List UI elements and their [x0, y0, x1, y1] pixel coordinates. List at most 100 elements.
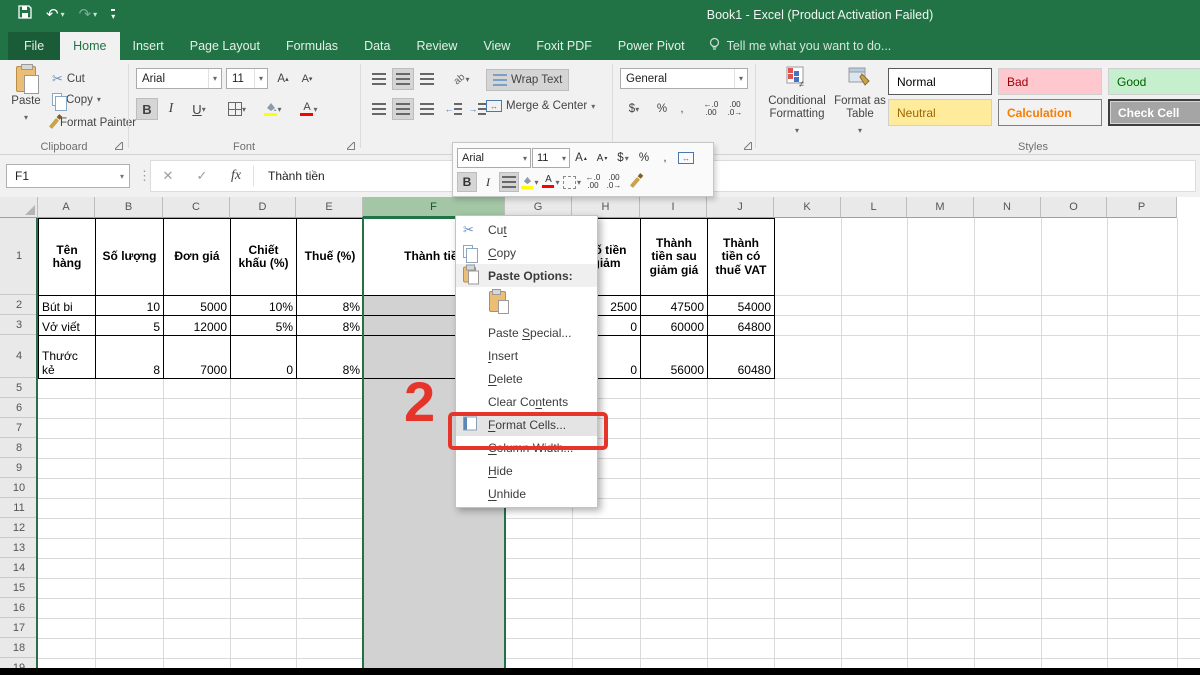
- tab-insert[interactable]: Insert: [120, 32, 177, 60]
- font-size-combo[interactable]: 11▾: [226, 68, 268, 89]
- menu-item-insert[interactable]: Insert: [456, 344, 597, 367]
- column-header-c[interactable]: C: [163, 197, 230, 218]
- copy-button[interactable]: Copy ▾: [52, 93, 101, 106]
- insert-function-icon[interactable]: fx: [219, 168, 253, 184]
- row-header-2[interactable]: 2: [0, 295, 38, 315]
- tab-data[interactable]: Data: [351, 32, 403, 60]
- column-header-o[interactable]: O: [1041, 197, 1107, 218]
- cell-I2[interactable]: 47500: [640, 295, 708, 316]
- number-dialog-launcher-icon[interactable]: [744, 142, 752, 150]
- column-header-a[interactable]: A: [38, 197, 95, 218]
- cell-B1[interactable]: Số lượng: [95, 218, 164, 296]
- font-color-button[interactable]: A▾: [294, 98, 324, 120]
- style-bad[interactable]: Bad: [998, 68, 1102, 95]
- number-format-combo[interactable]: General▾: [620, 68, 748, 89]
- orientation-button[interactable]: ab▾: [446, 68, 478, 90]
- cell-J1[interactable]: Thành tiền có thuế VAT: [707, 218, 775, 296]
- cell-E1[interactable]: Thuế (%): [296, 218, 364, 296]
- style-normal[interactable]: Normal: [888, 68, 992, 95]
- cell-C1[interactable]: Đơn giá: [163, 218, 231, 296]
- cut-button[interactable]: ✂Cut: [52, 71, 85, 87]
- align-center-button[interactable]: [392, 98, 414, 120]
- mini-font-size-combo[interactable]: 11▾: [532, 148, 570, 168]
- tab-review[interactable]: Review: [403, 32, 470, 60]
- undo-button[interactable]: ↶▾: [46, 6, 65, 24]
- cell-D4[interactable]: 0: [230, 335, 297, 379]
- menu-item-format-cells[interactable]: Format Cells...: [456, 413, 597, 436]
- column-header-b[interactable]: B: [95, 197, 163, 218]
- menu-item-unhide[interactable]: Unhide: [456, 482, 597, 505]
- cell-J4[interactable]: 60480: [707, 335, 775, 379]
- row-header-12[interactable]: 12: [0, 518, 38, 538]
- align-right-button[interactable]: [416, 98, 438, 120]
- row-header-17[interactable]: 17: [0, 618, 38, 638]
- cell-E3[interactable]: 8%: [296, 315, 364, 336]
- menu-item-cut[interactable]: ✂Cut: [456, 218, 597, 241]
- currency-format-button[interactable]: $▾: [620, 98, 648, 120]
- cell-A2[interactable]: Bút bi: [38, 295, 96, 316]
- cell-I4[interactable]: 56000: [640, 335, 708, 379]
- tab-home[interactable]: Home: [60, 32, 119, 60]
- cell-D3[interactable]: 5%: [230, 315, 297, 336]
- row-header-11[interactable]: 11: [0, 498, 38, 518]
- mini-merge-button[interactable]: ↔: [676, 148, 696, 168]
- select-all-corner[interactable]: [0, 197, 38, 218]
- cell-E4[interactable]: 8%: [296, 335, 364, 379]
- mini-increase-decimal-button[interactable]: ←.0.00: [583, 172, 603, 192]
- comma-format-button[interactable]: ,: [674, 98, 690, 120]
- mini-decrease-font-button[interactable]: A▾: [592, 148, 612, 168]
- row-header-15[interactable]: 15: [0, 578, 38, 598]
- row-header-6[interactable]: 6: [0, 398, 38, 418]
- column-header-i[interactable]: I: [640, 197, 707, 218]
- cell-A4[interactable]: Thước kẻ: [38, 335, 96, 379]
- decrease-decimal-button[interactable]: .00.0→: [724, 98, 746, 120]
- column-header-l[interactable]: L: [841, 197, 907, 218]
- bold-button[interactable]: B: [136, 98, 158, 120]
- menu-item-hide[interactable]: Hide: [456, 459, 597, 482]
- borders-button[interactable]: ▾: [222, 98, 252, 120]
- increase-decimal-button[interactable]: ←.0.00: [700, 98, 722, 120]
- mini-increase-font-button[interactable]: A▴: [571, 148, 591, 168]
- style-good[interactable]: Good: [1108, 68, 1200, 95]
- cell-J2[interactable]: 54000: [707, 295, 775, 316]
- cell-I3[interactable]: 60000: [640, 315, 708, 336]
- mini-percent-button[interactable]: %: [634, 148, 654, 168]
- tab-formulas[interactable]: Formulas: [273, 32, 351, 60]
- cell-D1[interactable]: Chiết khấu (%): [230, 218, 297, 296]
- menu-item-delete[interactable]: Delete: [456, 367, 597, 390]
- mini-font-name-combo[interactable]: Arial▾: [457, 148, 531, 168]
- cell-D2[interactable]: 10%: [230, 295, 297, 316]
- underline-button[interactable]: U▾: [184, 98, 214, 120]
- tab-page-layout[interactable]: Page Layout: [177, 32, 273, 60]
- column-header-e[interactable]: E: [296, 197, 363, 218]
- menu-item-copy[interactable]: Copy: [456, 241, 597, 264]
- row-header-3[interactable]: 3: [0, 315, 38, 335]
- style-calculation[interactable]: Calculation: [998, 99, 1102, 126]
- cell-C3[interactable]: 12000: [163, 315, 231, 336]
- increase-indent-button[interactable]: →: [466, 98, 488, 120]
- mini-format-painter-button[interactable]: [625, 172, 645, 192]
- column-header-k[interactable]: K: [774, 197, 841, 218]
- middle-align-button[interactable]: [392, 68, 414, 90]
- percent-format-button[interactable]: %: [652, 98, 672, 120]
- paste-option-button[interactable]: [456, 287, 597, 321]
- mini-align-center-button[interactable]: [499, 172, 519, 192]
- decrease-indent-button[interactable]: ←: [442, 98, 464, 120]
- top-align-button[interactable]: [368, 68, 390, 90]
- tab-view[interactable]: View: [470, 32, 523, 60]
- tab-file[interactable]: File: [8, 32, 60, 60]
- cancel-icon[interactable]: ✕: [151, 168, 185, 184]
- cell-B4[interactable]: 8: [95, 335, 164, 379]
- align-left-button[interactable]: [368, 98, 390, 120]
- wrap-text-button[interactable]: Wrap Text: [486, 69, 569, 91]
- menu-item-column-width[interactable]: Column Width...: [456, 436, 597, 459]
- mini-bold-button[interactable]: B: [457, 172, 477, 192]
- cell-J3[interactable]: 64800: [707, 315, 775, 336]
- tab-power-pivot[interactable]: Power Pivot: [605, 32, 698, 60]
- mini-currency-button[interactable]: $▾: [613, 148, 633, 168]
- column-header-d[interactable]: D: [230, 197, 296, 218]
- row-header-14[interactable]: 14: [0, 558, 38, 578]
- name-box[interactable]: F1▾: [6, 164, 130, 188]
- redo-button[interactable]: ↷▾: [79, 6, 98, 24]
- mini-fill-color-button[interactable]: ▾: [520, 172, 540, 192]
